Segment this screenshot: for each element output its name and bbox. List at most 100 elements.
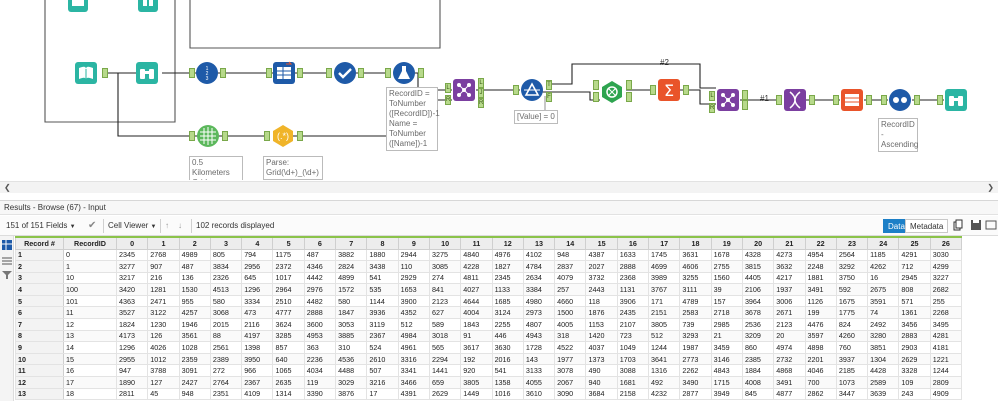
data-cell[interactable]: 3466	[397, 376, 430, 389]
data-cell[interactable]: 3600	[303, 318, 337, 331]
data-cell[interactable]: 4391	[397, 387, 430, 401]
data-cell[interactable]: 4807	[522, 318, 556, 331]
data-cell[interactable]: 3561	[178, 329, 211, 343]
data-cell[interactable]: 4482	[303, 294, 337, 308]
data-cell[interactable]: 580	[335, 294, 368, 308]
data-cell[interactable]: 1361	[898, 306, 931, 320]
data-cell[interactable]: 1987	[679, 341, 712, 354]
data-cell[interactable]: 3341	[397, 364, 430, 378]
data-cell[interactable]: 966	[241, 364, 274, 378]
output-connector[interactable]	[220, 68, 226, 78]
data-cell[interactable]: 723	[616, 329, 650, 343]
data-cell[interactable]: 1572	[335, 283, 368, 296]
output-connector[interactable]	[626, 80, 632, 90]
data-cell[interactable]: 3750	[835, 271, 869, 285]
data-cell[interactable]: 2351	[209, 387, 243, 401]
partial-tool-top-binoculars[interactable]	[136, 0, 160, 14]
data-cell[interactable]: 4513	[209, 283, 243, 296]
data-cell[interactable]: 1016	[491, 387, 524, 401]
data-cell[interactable]: 1678	[710, 248, 743, 262]
formula-flask-icon[interactable]	[392, 61, 416, 85]
output-connector[interactable]	[626, 92, 632, 102]
data-cell[interactable]: 2015	[209, 318, 243, 331]
data-cell[interactable]: 3459	[710, 341, 743, 354]
column-header[interactable]: 2	[178, 236, 211, 250]
data-cell[interactable]: 4899	[335, 271, 368, 285]
data-cell[interactable]: 3767	[648, 283, 681, 296]
column-header[interactable]: 10	[428, 236, 462, 250]
data-cell[interactable]: 4989	[178, 248, 211, 262]
data-cell[interactable]: 4363	[115, 294, 149, 308]
column-header[interactable]: 4	[241, 236, 274, 250]
data-cell[interactable]: 3527	[115, 306, 149, 320]
data-cell[interactable]: 2824	[335, 260, 368, 273]
canvas-horizontal-scrollbar[interactable]: ❮ ❯	[0, 181, 998, 193]
data-cell[interactable]: 627	[428, 306, 462, 320]
data-cell[interactable]: 490	[585, 364, 618, 378]
data-cell[interactable]: 4008	[741, 376, 775, 389]
data-cell[interactable]: 2185	[835, 364, 869, 378]
data-cell[interactable]: 1	[63, 260, 117, 273]
data-cell[interactable]: 4328	[741, 248, 775, 262]
data-cell[interactable]: 3495	[929, 318, 963, 331]
data-cell[interactable]: 1890	[115, 376, 149, 389]
join-icon-2[interactable]	[716, 88, 740, 112]
data-cell[interactable]: 4291	[898, 248, 931, 262]
data-cell[interactable]: 100	[63, 283, 117, 296]
data-cell[interactable]: 1824	[115, 318, 149, 331]
data-cell[interactable]: 3732	[585, 271, 618, 285]
data-cell[interactable]: 109	[898, 376, 931, 389]
scroll-left-icon[interactable]: ❮	[4, 183, 11, 192]
arrow-down-icon[interactable]: ↓	[178, 219, 188, 233]
data-cell[interactable]: 4217	[773, 271, 806, 285]
data-cell[interactable]: 1012	[147, 352, 180, 366]
data-cell[interactable]: 3030	[929, 248, 963, 262]
sort-icon[interactable]	[888, 88, 912, 112]
data-cell[interactable]: 1028	[178, 341, 211, 354]
data-cell[interactable]: 118	[585, 294, 618, 308]
data-cell[interactable]: 2764	[209, 376, 243, 389]
data-cell[interactable]: 143	[522, 352, 556, 366]
data-cell[interactable]: 13	[63, 329, 117, 343]
join-r-output[interactable]: R	[478, 98, 484, 108]
data-cell[interactable]: 947	[115, 364, 149, 378]
column-header[interactable]: 25	[898, 236, 931, 250]
data-cell[interactable]: 88	[209, 329, 243, 343]
data-cell[interactable]: 4026	[147, 341, 180, 354]
data-cell[interactable]: 4428	[867, 364, 900, 378]
data-cell[interactable]: 3133	[522, 364, 556, 378]
column-header[interactable]: 0	[115, 236, 149, 250]
input-data-book-icon[interactable]	[74, 61, 98, 85]
column-header[interactable]: 21	[773, 236, 806, 250]
data-cell[interactable]: 3624	[272, 318, 305, 331]
data-cell[interactable]: 1133	[491, 283, 524, 296]
data-cell[interactable]: 3630	[491, 341, 524, 354]
data-cell[interactable]: 255	[929, 294, 963, 308]
data-cell[interactable]: 3805	[460, 376, 493, 389]
data-cell[interactable]: 2201	[804, 352, 837, 366]
column-header[interactable]: 1	[147, 236, 180, 250]
column-header[interactable]: 6	[303, 236, 337, 250]
data-cell[interactable]: 127	[147, 376, 180, 389]
data-cell[interactable]: 2985	[710, 318, 743, 331]
data-cell[interactable]: 1244	[648, 341, 681, 354]
data-cell[interactable]: 3384	[522, 283, 556, 296]
column-header[interactable]: 22	[804, 236, 837, 250]
data-cell[interactable]: 4102	[522, 248, 556, 262]
data-cell[interactable]: 4784	[522, 260, 556, 273]
data-cell[interactable]: 3018	[428, 329, 462, 343]
data-cell[interactable]: 3937	[835, 352, 869, 366]
column-header[interactable]: 14	[554, 236, 587, 250]
data-cell[interactable]: 3091	[178, 364, 211, 378]
data-cell[interactable]: 860	[741, 341, 775, 354]
data-cell[interactable]: 3491	[773, 376, 806, 389]
data-cell[interactable]: 4953	[303, 329, 337, 343]
data-cell[interactable]: 4405	[741, 271, 775, 285]
table-row[interactable]: 12 17 1890 127 2427 2764 2367 2635 119 3029 3216 34…	[15, 376, 963, 389]
data-cell[interactable]: 2634	[522, 271, 556, 285]
data-cell[interactable]: 136	[178, 271, 211, 285]
data-cell[interactable]: 1728	[522, 341, 556, 354]
data-cell[interactable]: 2976	[303, 283, 337, 296]
data-cell[interactable]: 4984	[397, 329, 430, 343]
data-cell[interactable]: 1185	[867, 248, 900, 262]
